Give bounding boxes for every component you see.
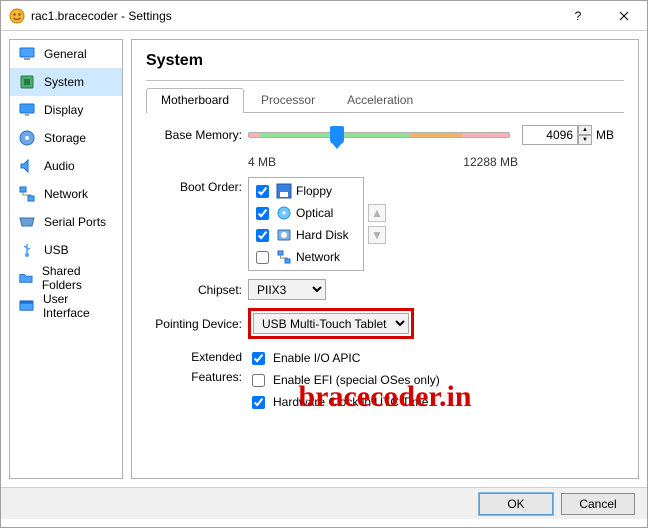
memory-max-label: 12288 MB [463, 155, 518, 169]
boot-item-optical: Optical [252, 203, 360, 223]
chipset-label: Chipset: [146, 280, 248, 300]
tabs: Motherboard Processor Acceleration [146, 87, 624, 113]
spin-up-icon[interactable]: ▲ [578, 125, 592, 135]
base-memory-label: Base Memory: [146, 125, 248, 145]
sidebar: General System Display Storage Audio Net… [9, 39, 123, 479]
sidebar-item-display[interactable]: Display [10, 96, 122, 124]
app-icon [9, 8, 25, 24]
harddisk-icon [276, 227, 292, 243]
titlebar: rac1.bracecoder - Settings ? [1, 1, 647, 31]
boot-check-harddisk[interactable] [256, 229, 269, 242]
sidebar-item-audio[interactable]: Audio [10, 152, 122, 180]
boot-item-harddisk: Hard Disk [252, 225, 360, 245]
floppy-icon [276, 183, 292, 199]
storage-icon [18, 129, 36, 147]
sidebar-item-user-interface[interactable]: User Interface [10, 292, 122, 320]
ui-icon [18, 297, 35, 315]
sidebar-item-label: Network [44, 187, 88, 201]
base-memory-unit: MB [596, 128, 614, 142]
boot-move-up[interactable]: ▲ [368, 204, 386, 222]
network-boot-icon [276, 249, 292, 265]
dialog-footer: OK Cancel [1, 487, 647, 519]
audio-icon [18, 157, 36, 175]
boot-order-list[interactable]: Floppy Optical Hard Disk [248, 177, 364, 271]
sidebar-item-system[interactable]: System [10, 68, 122, 96]
feature-io-apic[interactable]: Enable I/O APIC [248, 347, 360, 369]
arrow-up-icon: ▲ [371, 206, 383, 220]
sidebar-item-label: General [44, 47, 87, 61]
sidebar-item-storage[interactable]: Storage [10, 124, 122, 152]
sidebar-item-general[interactable]: General [10, 40, 122, 68]
sidebar-item-label: USB [44, 243, 69, 257]
optical-icon [276, 205, 292, 221]
chip-icon [18, 73, 36, 91]
boot-move-down[interactable]: ▼ [368, 226, 386, 244]
watermark-text: bracecoder.in [132, 380, 638, 414]
sidebar-item-label: Storage [44, 131, 86, 145]
sidebar-item-label: System [44, 75, 84, 89]
tab-processor[interactable]: Processor [246, 88, 330, 113]
help-button[interactable]: ? [555, 1, 601, 31]
window-title: rac1.bracecoder - Settings [31, 9, 555, 23]
slider-thumb[interactable] [330, 126, 344, 144]
sidebar-item-label: Shared Folders [42, 264, 114, 292]
base-memory-spinner[interactable]: ▲ ▼ MB [522, 125, 614, 145]
tab-motherboard[interactable]: Motherboard [146, 88, 244, 113]
boot-item-network: Network [252, 247, 360, 267]
boot-item-floppy: Floppy [252, 181, 360, 201]
monitor-icon [18, 45, 36, 63]
page-heading: System [146, 52, 624, 70]
close-button[interactable] [601, 1, 647, 31]
tab-acceleration[interactable]: Acceleration [332, 88, 428, 113]
sidebar-item-usb[interactable]: USB [10, 236, 122, 264]
boot-check-floppy[interactable] [256, 185, 269, 198]
base-memory-slider[interactable] [248, 132, 510, 138]
sidebar-item-label: User Interface [43, 292, 114, 320]
arrow-down-icon: ▼ [371, 228, 383, 242]
pointing-device-select[interactable]: USB Multi-Touch Tablet [253, 313, 409, 334]
highlight-pointing-device: USB Multi-Touch Tablet [248, 308, 414, 339]
cancel-button[interactable]: Cancel [561, 493, 635, 515]
sidebar-item-serial-ports[interactable]: Serial Ports [10, 208, 122, 236]
sidebar-item-shared-folders[interactable]: Shared Folders [10, 264, 122, 292]
display-icon [18, 101, 36, 119]
pointing-device-label: Pointing Device: [146, 314, 248, 334]
sidebar-item-label: Audio [44, 159, 75, 173]
memory-min-label: 4 MB [248, 155, 276, 169]
chipset-select[interactable]: PIIX3 [248, 279, 326, 300]
base-memory-value[interactable] [522, 125, 578, 145]
boot-check-optical[interactable] [256, 207, 269, 220]
boot-check-network[interactable] [256, 251, 269, 264]
network-icon [18, 185, 36, 203]
sidebar-item-label: Serial Ports [44, 215, 106, 229]
folder-icon [18, 269, 34, 287]
settings-window: rac1.bracecoder - Settings ? General Sys… [0, 0, 648, 528]
spin-down-icon[interactable]: ▼ [578, 135, 592, 145]
serial-icon [18, 213, 36, 231]
usb-icon [18, 241, 36, 259]
main-panel: System Motherboard Processor Acceleratio… [131, 39, 639, 479]
sidebar-item-network[interactable]: Network [10, 180, 122, 208]
boot-order-label: Boot Order: [146, 177, 248, 197]
sidebar-item-label: Display [44, 103, 83, 117]
ok-button[interactable]: OK [479, 493, 553, 515]
